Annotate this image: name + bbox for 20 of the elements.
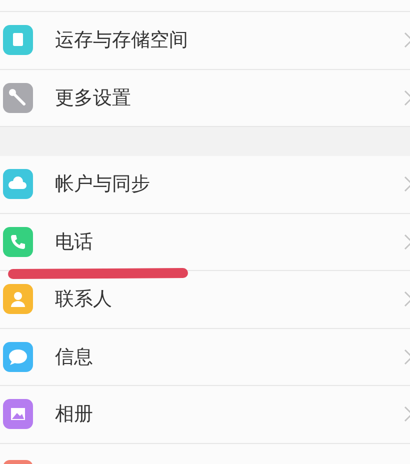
photo-icon	[3, 399, 33, 430]
settings-item[interactable]: 电话	[0, 214, 410, 271]
settings-item[interactable]: 运存与存储空间	[0, 12, 410, 70]
item-label: 信息	[55, 344, 94, 370]
storage-icon	[3, 25, 33, 56]
wrench-icon	[3, 82, 33, 113]
phone-icon	[3, 226, 33, 257]
item-label: 电话	[55, 230, 94, 255]
message-icon	[3, 342, 33, 372]
contact-icon	[3, 284, 33, 314]
item-label: 更多设置	[55, 86, 132, 111]
item-label: 帐户与同步	[55, 172, 151, 198]
cloud-icon	[3, 169, 33, 200]
settings-item[interactable]: 帐户与同步	[0, 156, 410, 214]
settings-item[interactable]: 联系人	[0, 271, 410, 328]
item-label: 联系人	[55, 287, 113, 312]
item-label: 相册	[55, 402, 94, 428]
settings-item[interactable]: 相册	[0, 386, 410, 444]
settings-item[interactable]: 信息	[0, 328, 410, 386]
item-label: 运存与存储空间	[55, 28, 189, 54]
